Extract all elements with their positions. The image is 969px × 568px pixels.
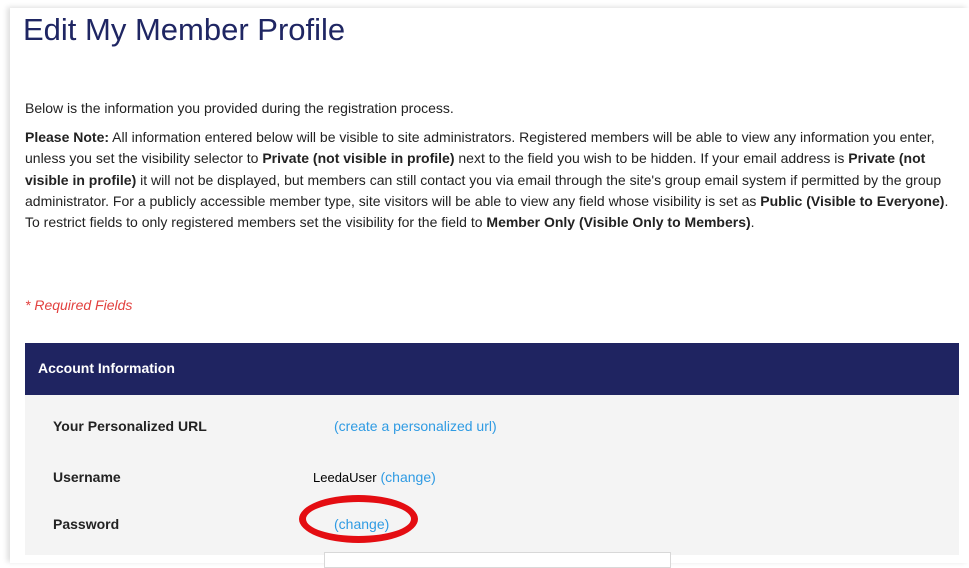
change-password-link[interactable]: change — [339, 516, 385, 532]
username-value: LeedaUser (change) — [313, 469, 436, 485]
create-personalized-url-link[interactable]: create a personalized url — [339, 418, 492, 434]
intro-text: Below is the information you provided du… — [25, 100, 454, 116]
change-username-link[interactable]: change — [385, 469, 431, 485]
note-text-5: . — [750, 214, 755, 231]
note-public: Public (Visible to Everyone) — [760, 192, 945, 209]
personalized-url-value: (create a personalized url) — [334, 418, 497, 434]
section-title: Account Information — [38, 360, 175, 376]
account-information-header: Account Information — [25, 343, 959, 395]
note-text-2: next to the field you wish to be hidden.… — [454, 150, 849, 167]
note-member-only: Member Only (Visible Only to Members) — [486, 214, 751, 231]
visibility-note: Please Note: All information entered bel… — [25, 127, 955, 233]
password-value: (change) — [334, 516, 390, 532]
personalized-url-label: Your Personalized URL — [53, 418, 207, 434]
username-label: Username — [53, 469, 121, 485]
page-title: Edit My Member Profile — [23, 12, 346, 47]
note-private-1: Private (not visible in profile) — [262, 150, 455, 167]
note-label: Please Note: — [25, 129, 110, 145]
next-field-input[interactable] — [324, 552, 671, 568]
username-text: LeedaUser — [313, 470, 377, 485]
password-label: Password — [53, 516, 120, 532]
required-fields-label: * Required Fields — [25, 297, 133, 313]
